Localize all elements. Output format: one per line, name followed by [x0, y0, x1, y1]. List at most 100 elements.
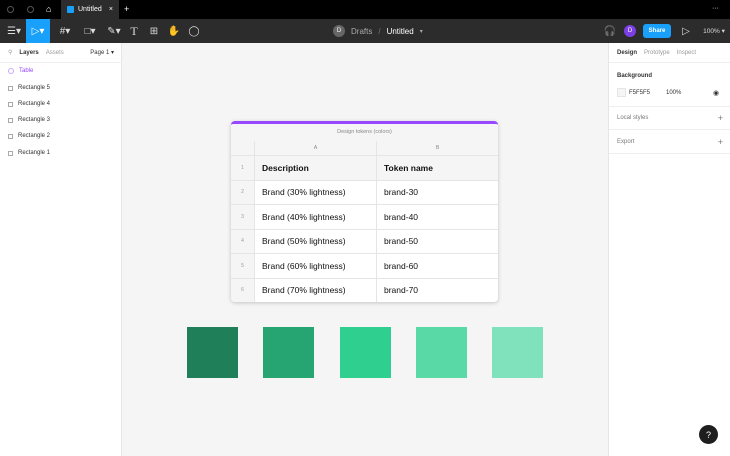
export-heading: Export — [617, 138, 635, 145]
column-header-a[interactable]: A — [255, 141, 377, 155]
rectangle-icon — [8, 85, 13, 91]
help-button[interactable]: ? — [699, 425, 718, 444]
layer-rectangle-2[interactable]: Rectangle 2 — [8, 133, 50, 139]
cell-token-name[interactable]: Token name — [377, 156, 498, 180]
cell-description[interactable]: Brand (40% lightness) — [255, 205, 377, 229]
rectangle-icon — [8, 133, 13, 139]
cell-description[interactable]: Brand (70% lightness) — [255, 278, 377, 302]
row-number[interactable]: 4 — [231, 229, 255, 253]
layer-rectangle-5[interactable]: Rectangle 5 — [8, 85, 50, 91]
tab-title: Untitled — [78, 6, 102, 13]
cell-token-name[interactable]: brand-30 — [377, 181, 498, 205]
cell-token-name[interactable]: brand-40 — [377, 205, 498, 229]
toolbar: ☰▾ ▷▾ #▾ □▾ ✎▾ T ⊞ ✋ ◯ D Drafts / Untitl… — [0, 19, 730, 43]
cell-description[interactable]: Description — [255, 156, 377, 180]
breadcrumb-drafts[interactable]: Drafts — [351, 27, 372, 36]
layer-rectangle-3[interactable]: Rectangle 3 — [8, 117, 50, 123]
breadcrumb-separator: / — [378, 26, 381, 36]
row-number[interactable]: 1 — [231, 156, 255, 180]
table-row: 2 Brand (30% lightness) brand-30 — [231, 180, 498, 205]
table-row: 3 Brand (40% lightness) brand-40 — [231, 205, 498, 230]
add-style-icon[interactable]: + — [718, 113, 723, 123]
tab-design[interactable]: Design — [617, 50, 637, 56]
tab-prototype[interactable]: Prototype — [644, 50, 670, 56]
cell-description[interactable]: Brand (30% lightness) — [255, 180, 377, 204]
file-name[interactable]: Untitled — [387, 27, 414, 36]
page-name: Page 1 — [90, 50, 110, 56]
layer-table[interactable]: Table — [8, 68, 33, 74]
text-tool-icon[interactable]: T — [127, 19, 141, 43]
chevron-down-icon[interactable]: ▾ — [420, 28, 423, 35]
table-row: 1 Description Token name — [231, 156, 498, 181]
tab-bar: ⌂ Untitled × + ··· — [0, 0, 730, 19]
tab-inspect[interactable]: Inspect — [677, 50, 696, 56]
color-swatch-rectangle[interactable] — [492, 327, 544, 378]
cell-token-name[interactable]: brand-70 — [377, 279, 498, 303]
background-heading: Background — [617, 73, 653, 79]
new-tab-button[interactable]: + — [124, 4, 129, 14]
window-control[interactable] — [7, 6, 14, 13]
tab-untitled[interactable]: Untitled × — [61, 0, 119, 19]
search-icon[interactable]: ⚲ — [8, 49, 12, 56]
layer-label: Rectangle 2 — [18, 133, 51, 139]
layer-rectangle-1[interactable]: Rectangle 1 — [8, 150, 50, 156]
table-row: 5 Brand (60% lightness) brand-60 — [231, 254, 498, 279]
row-number[interactable]: 2 — [231, 180, 255, 204]
pen-tool-icon[interactable]: ✎▾ — [104, 19, 124, 43]
background-opacity[interactable]: 100% — [666, 90, 681, 96]
row-number[interactable]: 5 — [231, 254, 255, 278]
color-swatch-rectangle[interactable] — [339, 327, 391, 378]
file-icon — [67, 6, 74, 13]
share-button[interactable]: Share — [643, 24, 671, 38]
color-swatch-rectangle[interactable] — [263, 327, 315, 378]
color-swatch-rectangle[interactable] — [415, 327, 467, 378]
layer-label: Rectangle 1 — [18, 150, 51, 156]
layer-label: Rectangle 5 — [18, 85, 51, 91]
row-number[interactable]: 6 — [231, 278, 255, 302]
table-row: 6 Brand (70% lightness) brand-70 — [231, 278, 498, 303]
cell-description[interactable]: Brand (50% lightness) — [255, 229, 377, 253]
layer-label: Rectangle 3 — [18, 117, 51, 123]
local-styles-heading: Local styles — [617, 115, 649, 121]
table-title: Design tokens (colors) — [231, 124, 498, 141]
row-number[interactable]: 3 — [231, 205, 255, 229]
zoom-level: 100% — [703, 27, 720, 35]
design-tokens-table[interactable]: Design tokens (colors) A B 1 Description T… — [231, 121, 498, 302]
layer-label: Table — [19, 68, 34, 74]
layer-label: Rectangle 4 — [18, 101, 51, 107]
design-panel: Design Prototype Inspect Background F5F5… — [608, 43, 730, 456]
present-icon[interactable]: ▷ — [680, 19, 692, 43]
home-icon[interactable]: ⌂ — [46, 4, 51, 14]
layers-panel: ⚲ Layers Assets Page 1 ▾ Table Rectangle… — [0, 43, 122, 456]
tab-layers[interactable]: Layers — [19, 50, 38, 56]
hand-tool-icon[interactable]: ✋ — [167, 19, 181, 43]
headphones-icon[interactable]: 🎧 — [603, 19, 617, 43]
color-swatch-rectangle[interactable] — [187, 327, 238, 378]
move-tool-icon[interactable]: ▷▾ — [26, 19, 50, 43]
resources-icon[interactable]: ⊞ — [147, 19, 161, 43]
main-menu-icon[interactable]: ☰▾ — [3, 19, 25, 43]
comment-tool-icon[interactable]: ◯ — [187, 19, 201, 43]
zoom-dropdown[interactable]: 100% ▾ — [702, 19, 726, 43]
cell-description[interactable]: Brand (60% lightness) — [255, 254, 377, 278]
window-control[interactable] — [27, 6, 34, 13]
frame-tool-icon[interactable]: #▾ — [55, 19, 75, 43]
cell-token-name[interactable]: brand-50 — [377, 230, 498, 254]
background-swatch[interactable] — [617, 88, 626, 97]
column-header-b[interactable]: B — [377, 141, 498, 155]
more-icon[interactable]: ··· — [712, 5, 719, 12]
eye-icon[interactable]: ◉ — [713, 89, 719, 97]
add-export-icon[interactable]: + — [718, 137, 723, 147]
background-hex[interactable]: F5F5F5 — [629, 90, 650, 96]
tab-assets[interactable]: Assets — [46, 50, 64, 56]
rectangle-icon — [8, 150, 13, 156]
cell-token-name[interactable]: brand-60 — [377, 254, 498, 278]
user-avatar[interactable]: D — [624, 25, 636, 37]
project-avatar: D — [333, 25, 345, 37]
rectangle-icon — [8, 117, 13, 123]
rectangle-icon — [8, 101, 13, 107]
rectangle-tool-icon[interactable]: □▾ — [80, 19, 100, 43]
page-selector[interactable]: Page 1 ▾ — [90, 49, 114, 56]
close-tab-icon[interactable]: × — [109, 6, 113, 13]
layer-rectangle-4[interactable]: Rectangle 4 — [8, 101, 50, 107]
